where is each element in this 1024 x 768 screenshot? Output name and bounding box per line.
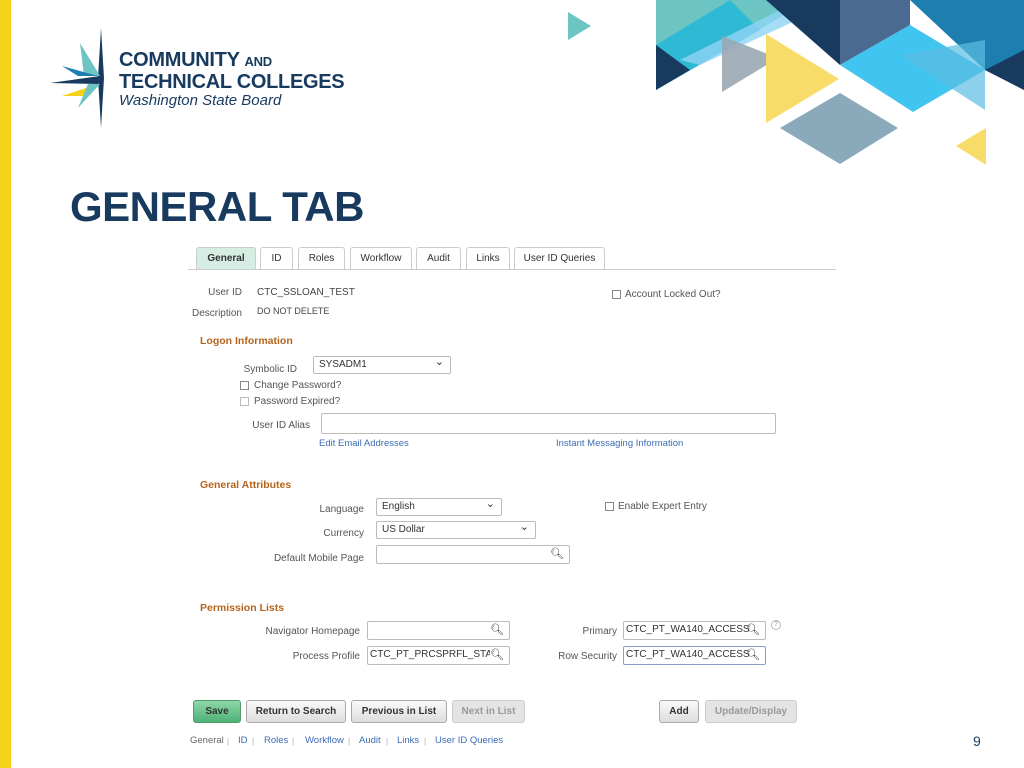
tab-roles[interactable]: Roles: [298, 247, 345, 270]
bottom-link-general[interactable]: General: [190, 735, 224, 746]
search-icon[interactable]: 🔍︎: [550, 546, 564, 562]
separator: |: [386, 737, 389, 746]
search-icon[interactable]: 🔍︎: [490, 647, 504, 663]
bottom-link-roles[interactable]: Roles: [264, 735, 288, 746]
account-locked-checkbox[interactable]: [612, 290, 621, 299]
primary-label: Primary: [582, 626, 617, 637]
save-button[interactable]: Save: [193, 700, 241, 723]
mobile-page-label: Default Mobile Page: [273, 553, 364, 564]
primary-input[interactable]: CTC_PT_WA140_ACCESS 🔍︎: [623, 621, 766, 640]
tab-divider: [188, 269, 836, 270]
password-expired-label: Password Expired?: [254, 396, 341, 407]
mobile-page-input[interactable]: 🔍︎: [376, 545, 570, 564]
navigator-input[interactable]: 🔍︎: [367, 621, 510, 640]
add-button[interactable]: Add: [659, 700, 699, 723]
separator: |: [348, 737, 351, 746]
separator: |: [227, 737, 230, 746]
currency-label: Currency: [323, 528, 364, 539]
alias-input[interactable]: [321, 413, 776, 434]
slide-title: GENERAL TAB: [70, 183, 364, 230]
process-profile-input[interactable]: CTC_PT_PRCSPRFL_STAF 🔍︎: [367, 646, 510, 665]
search-icon[interactable]: 🔍︎: [746, 622, 760, 638]
change-password-label: Change Password?: [254, 380, 342, 391]
separator: |: [252, 737, 255, 746]
logon-heading: Logon Information: [200, 335, 293, 347]
next-in-list-button[interactable]: Next in List: [452, 700, 525, 723]
logo-subtitle: Washington State Board: [119, 92, 282, 109]
bottom-link-id[interactable]: ID: [238, 735, 248, 746]
user-id-value: CTC_SSLOAN_TEST: [257, 287, 355, 298]
expert-entry-checkbox[interactable]: [605, 502, 614, 511]
account-locked-label: Account Locked Out?: [625, 289, 721, 300]
currency-select[interactable]: US Dollar: [376, 519, 536, 539]
tab-user-id-queries[interactable]: User ID Queries: [514, 247, 605, 270]
tab-workflow[interactable]: Workflow: [350, 247, 412, 270]
bottom-link-links[interactable]: Links: [397, 735, 419, 746]
language-label: Language: [319, 504, 365, 515]
bottom-link-audit[interactable]: Audit: [359, 735, 381, 746]
separator: |: [292, 737, 295, 746]
bottom-link-workflow[interactable]: Workflow: [305, 735, 344, 746]
bottom-link-user-id-queries[interactable]: User ID Queries: [435, 735, 503, 746]
symbolic-id-label: Symbolic ID: [243, 364, 297, 375]
return-to-search-button[interactable]: Return to Search: [246, 700, 346, 723]
update-display-button[interactable]: Update/Display: [705, 700, 797, 723]
decorative-triangles: [568, 0, 1024, 165]
attributes-heading: General Attributes: [200, 479, 292, 491]
search-icon[interactable]: 🔍︎: [490, 622, 504, 638]
search-icon[interactable]: 🔍︎: [746, 647, 760, 663]
permissions-heading: Permission Lists: [200, 602, 285, 614]
edit-email-link[interactable]: Edit Email Addresses: [319, 438, 409, 449]
expert-entry-label: Enable Expert Entry: [618, 501, 707, 512]
change-password-checkbox[interactable]: [240, 381, 249, 390]
row-security-input[interactable]: CTC_PT_WA140_ACCESS 🔍︎: [623, 646, 766, 665]
user-id-label: User ID: [208, 287, 242, 298]
tab-id[interactable]: ID: [260, 247, 293, 270]
tab-audit[interactable]: Audit: [416, 247, 461, 270]
navigator-label: Navigator Homepage: [265, 626, 361, 637]
tab-general[interactable]: General: [196, 247, 256, 270]
process-profile-label: Process Profile: [292, 651, 360, 662]
alias-label: User ID Alias: [252, 420, 310, 431]
help-icon[interactable]: ?: [771, 620, 781, 630]
symbolic-id-select[interactable]: SYSADM1: [313, 354, 451, 374]
im-link[interactable]: Instant Messaging Information: [556, 438, 683, 449]
row-security-label: Row Security: [558, 651, 617, 662]
previous-in-list-button[interactable]: Previous in List: [351, 700, 447, 723]
accent-stripe: [0, 0, 11, 768]
logo-text: COMMUNITY AND TECHNICAL COLLEGES: [119, 49, 345, 93]
logo-star-icon: [50, 28, 104, 128]
tab-links[interactable]: Links: [466, 247, 510, 270]
password-expired-checkbox[interactable]: [240, 397, 249, 406]
page-number: 9: [973, 733, 981, 749]
description-value: DO NOT DELETE: [257, 306, 330, 316]
separator: |: [424, 737, 427, 746]
description-label: Description: [191, 308, 242, 319]
language-select[interactable]: English: [376, 496, 502, 516]
